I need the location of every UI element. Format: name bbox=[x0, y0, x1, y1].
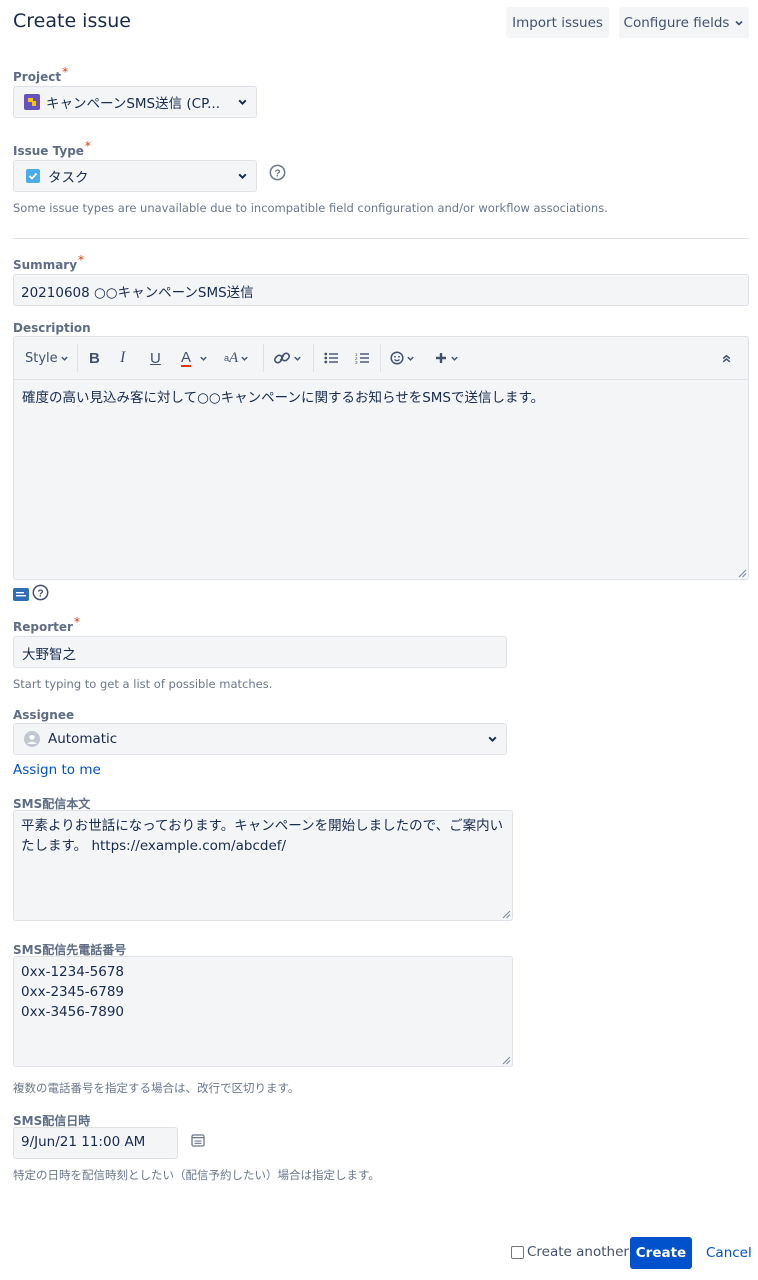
bold-icon[interactable]: B bbox=[89, 337, 100, 379]
dialog-title: Create issue bbox=[13, 10, 131, 32]
text-color-icon[interactable]: A bbox=[181, 337, 208, 379]
configure-fields-button[interactable]: Configure fields bbox=[619, 7, 749, 38]
sms-datetime-help: 特定の日時を配信時刻としたい（配信予約したい）場合は指定します。 bbox=[13, 1168, 380, 1182]
resize-handle-icon[interactable] bbox=[501, 909, 511, 919]
configure-fields-label: Configure fields bbox=[623, 14, 730, 31]
cancel-link[interactable]: Cancel bbox=[706, 1245, 752, 1261]
toolbar-separator bbox=[380, 344, 381, 372]
reporter-help: Start typing to get a list of possible m… bbox=[13, 677, 273, 691]
create-another-label: Create another bbox=[527, 1244, 629, 1260]
project-avatar-icon bbox=[24, 94, 40, 110]
summary-input[interactable]: 20210608 ○○キャンペーンSMS送信 bbox=[13, 274, 749, 306]
chevron-down-icon bbox=[451, 356, 458, 361]
assignee-select[interactable]: Automatic bbox=[13, 723, 507, 755]
svg-text:?: ? bbox=[274, 168, 280, 179]
link-icon[interactable] bbox=[273, 337, 302, 379]
sms-datetime-input[interactable]: 9/Jun/21 11:00 AM bbox=[13, 1127, 178, 1159]
sms-body-textarea[interactable]: 平素よりお世話になっております。キャンペーンを開始しましたので、ご案内いたします… bbox=[13, 810, 513, 921]
issue-type-help: Some issue types are unavailable due to … bbox=[13, 201, 608, 215]
text-mode-icon[interactable] bbox=[13, 588, 29, 601]
toolbar-separator bbox=[77, 344, 78, 372]
create-button[interactable]: Create bbox=[630, 1237, 692, 1269]
sms-phone-help: 複数の電話番号を指定する場合は、改行で区切ります。 bbox=[13, 1081, 300, 1095]
description-label: Description bbox=[13, 321, 91, 335]
svg-text:3: 3 bbox=[355, 360, 358, 364]
assignee-value: Automatic bbox=[48, 731, 118, 747]
chevron-down-icon bbox=[407, 356, 414, 361]
chevron-down-icon bbox=[488, 736, 497, 743]
chevron-down-icon bbox=[60, 356, 68, 361]
reporter-label: Reporter* bbox=[13, 615, 80, 634]
emoji-icon[interactable] bbox=[390, 337, 415, 379]
help-icon[interactable]: ? bbox=[269, 164, 286, 181]
sms-phone-text: 0xx-1234-5678 0xx-2345-6789 0xx-3456-789… bbox=[21, 964, 125, 1020]
reporter-input[interactable]: 大野智之 bbox=[13, 636, 507, 668]
chevron-down-icon bbox=[735, 20, 744, 26]
assignee-label: Assignee bbox=[13, 708, 75, 722]
description-editor: Style B I U A aA 123 確度の高い見込み客に対して○○キャンペ… bbox=[13, 336, 749, 580]
toolbar-separator bbox=[263, 344, 264, 372]
chevron-down-icon bbox=[200, 356, 207, 361]
issue-type-select[interactable]: タスク bbox=[13, 160, 257, 192]
import-issues-button[interactable]: Import issues bbox=[506, 7, 609, 38]
chevron-down-icon bbox=[294, 356, 301, 361]
numbered-list-icon[interactable]: 123 bbox=[355, 337, 369, 379]
style-label: Style bbox=[25, 350, 58, 366]
plus-icon[interactable] bbox=[435, 337, 459, 379]
chevron-down-icon bbox=[241, 356, 248, 361]
underline-icon[interactable]: U bbox=[150, 337, 161, 379]
issue-type-label: Issue Type* bbox=[13, 139, 91, 158]
bullet-list-icon[interactable] bbox=[324, 337, 338, 379]
chevron-down-icon bbox=[238, 173, 247, 180]
create-another-option[interactable]: Create another bbox=[511, 1244, 629, 1260]
resize-handle-icon[interactable] bbox=[501, 1055, 511, 1065]
description-textarea[interactable]: 確度の高い見込み客に対して○○キャンペーンに関するお知らせをSMSで送信します。 bbox=[22, 386, 740, 406]
sms-body-text: 平素よりお世話になっております。キャンペーンを開始しましたので、ご案内いたします… bbox=[21, 818, 504, 854]
toolbar-separator bbox=[313, 344, 314, 372]
create-another-checkbox[interactable] bbox=[511, 1245, 524, 1259]
divider bbox=[13, 238, 749, 239]
text-format-icon[interactable]: aA bbox=[224, 337, 249, 379]
svg-text:?: ? bbox=[37, 588, 43, 599]
project-select[interactable]: キャンペーンSMS送信 (CP... bbox=[13, 86, 257, 118]
chevron-down-icon bbox=[238, 99, 247, 106]
assign-to-me-link[interactable]: Assign to me bbox=[13, 762, 101, 778]
collapse-toolbar-icon[interactable] bbox=[721, 337, 732, 379]
resize-handle-icon[interactable] bbox=[737, 568, 747, 578]
summary-label: Summary* bbox=[13, 253, 85, 272]
project-value: キャンペーンSMS送信 (CP... bbox=[46, 96, 221, 112]
task-checkbox-icon bbox=[26, 169, 40, 183]
style-dropdown[interactable]: Style bbox=[25, 337, 69, 379]
project-label: Project* bbox=[13, 65, 69, 84]
help-icon[interactable]: ? bbox=[32, 584, 49, 601]
sms-phone-textarea[interactable]: 0xx-1234-5678 0xx-2345-6789 0xx-3456-789… bbox=[13, 956, 513, 1067]
avatar-icon bbox=[24, 731, 40, 747]
calendar-icon[interactable] bbox=[191, 1133, 205, 1147]
italic-icon[interactable]: I bbox=[120, 337, 125, 379]
issue-type-value: タスク bbox=[48, 170, 89, 186]
editor-toolbar: Style B I U A aA 123 bbox=[14, 337, 748, 380]
